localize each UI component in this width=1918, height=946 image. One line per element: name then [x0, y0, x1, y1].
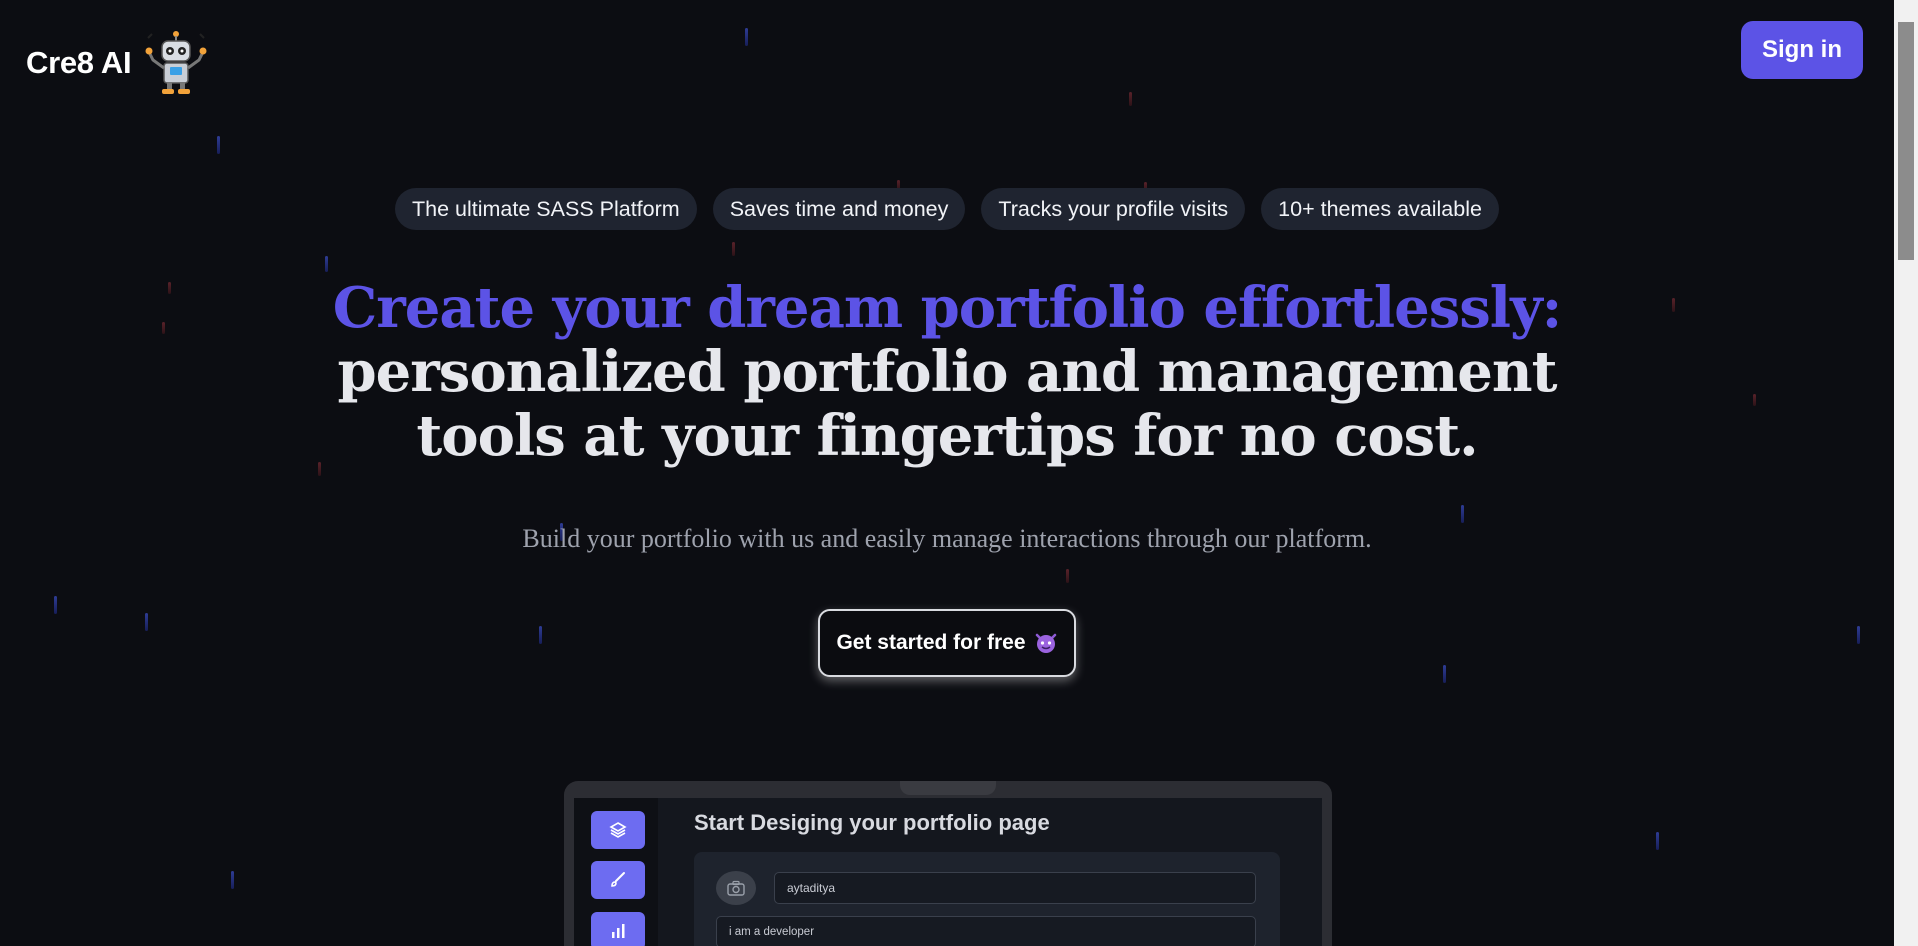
smiling-devil-icon: [1035, 633, 1056, 653]
preview-username-field: aytaditya: [774, 872, 1256, 904]
preview-sidebar-chart: [591, 912, 645, 946]
feature-chips: The ultimate SASS Platform Saves time an…: [0, 188, 1894, 230]
brand-logo[interactable]: Cre8 AI: [26, 30, 209, 96]
preview-sidebar-brush: [591, 861, 645, 899]
hero-headline: Create your dream portfolio effortlessly…: [0, 276, 1894, 468]
scrollbar-thumb[interactable]: [1898, 22, 1914, 260]
brush-icon: [611, 872, 625, 887]
preview-bio-field: i am a developer: [716, 916, 1256, 946]
get-started-button[interactable]: Get started for free: [818, 609, 1076, 677]
feature-chip: Tracks your profile visits: [981, 188, 1246, 230]
feature-chip: 10+ themes available: [1261, 188, 1499, 230]
preview-sidebar-layers: [591, 811, 645, 849]
preview-screen: Start Desiging your portfolio page aytad…: [574, 798, 1322, 946]
laptop-preview: Start Desiging your portfolio page aytad…: [564, 781, 1332, 946]
brand-name: Cre8 AI: [26, 45, 132, 80]
headline-accent: Create your dream portfolio effortlessly…: [332, 275, 1563, 341]
headline-rest: personalized portfolio and management to…: [337, 339, 1558, 469]
preview-sidebar: [574, 798, 658, 946]
feature-chip: The ultimate SASS Platform: [395, 188, 697, 230]
camera-icon: [727, 880, 745, 896]
get-started-label: Get started for free: [836, 631, 1026, 654]
preview-title: Start Desiging your portfolio page: [694, 810, 1050, 835]
preview-avatar: [716, 871, 756, 905]
robot-icon: [145, 31, 207, 94]
preview-form-card: aytaditya i am a developer: [694, 852, 1280, 946]
chart-icon: [612, 924, 625, 938]
feature-chip: Saves time and money: [712, 188, 966, 230]
layers-icon: [609, 822, 627, 838]
sign-in-button[interactable]: Sign in: [1741, 21, 1863, 79]
hero-subtitle: Build your portfolio with us and easily …: [522, 524, 1372, 553]
laptop-notch: [900, 781, 996, 795]
landing-page: Cre8 AI Sign in The ultimate SASS Platfo…: [0, 0, 1918, 946]
page-scrollbar[interactable]: [1894, 0, 1918, 946]
